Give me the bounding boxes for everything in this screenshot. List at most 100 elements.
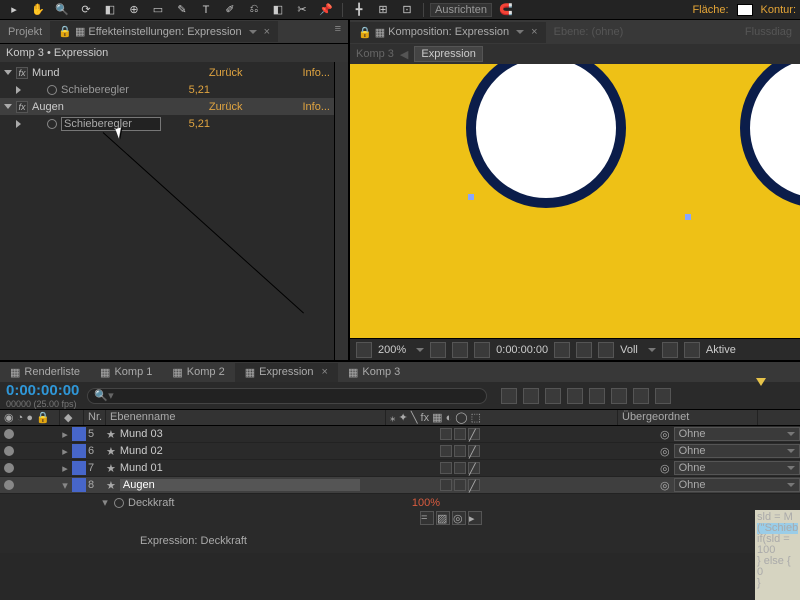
layer-row-selected[interactable]: ▾ 8 ★ Augen ╱ ◎Ohne [0, 477, 800, 494]
layer-row[interactable]: ▸ 6 ★ Mund 02 ╱ ◎Ohne [0, 443, 800, 460]
visibility-icon[interactable] [4, 463, 14, 473]
panel-menu-icon[interactable]: ≡ [335, 23, 340, 35]
label-column-header[interactable]: ◆ [60, 410, 84, 425]
name-column-header[interactable]: Ebenenname [106, 410, 386, 425]
pickwhip-icon[interactable]: ◎ [660, 428, 670, 441]
tab-flowchart[interactable]: Flussdiag [737, 22, 800, 42]
expression-enable-icon[interactable]: = [420, 511, 434, 525]
eye-shape-left[interactable] [466, 64, 626, 208]
switch-icon[interactable] [440, 479, 452, 491]
puppet-tool-icon[interactable]: 📌 [316, 2, 336, 18]
stopwatch-icon[interactable] [47, 85, 57, 95]
snap-checkbox[interactable]: Ausrichten [430, 3, 492, 17]
comp-mini-flow-icon[interactable] [501, 388, 517, 404]
scrollbar[interactable] [334, 62, 348, 360]
zoom-level[interactable]: 200% [378, 344, 406, 356]
tab-project[interactable]: Projekt [0, 22, 50, 42]
guides-icon[interactable] [452, 342, 468, 358]
pickwhip-icon[interactable]: ◎ [660, 462, 670, 475]
camera-tool-icon[interactable]: ◧ [100, 2, 120, 18]
effect-name[interactable]: Mund [32, 67, 209, 79]
text-tool-icon[interactable]: T [196, 2, 216, 18]
fill-swatch[interactable] [737, 4, 753, 16]
effect-row-augen[interactable]: fx Augen Zurück Info... [0, 98, 334, 115]
twirl-icon[interactable] [4, 70, 12, 75]
chevron-down-icon[interactable] [516, 30, 524, 34]
magnify-icon[interactable] [356, 342, 372, 358]
stamp-tool-icon[interactable]: ⎌ [244, 2, 264, 18]
layer-name[interactable]: Mund 01 [120, 462, 190, 474]
switch-icon[interactable]: ╱ [468, 445, 480, 457]
switch-icon[interactable] [454, 479, 466, 491]
tab-komp3[interactable]: ▦Komp 3 [338, 363, 410, 382]
local-axis-icon[interactable]: ╋ [349, 2, 369, 18]
playhead-icon[interactable] [756, 378, 766, 386]
layer-name[interactable]: Mund 02 [120, 445, 190, 457]
graph-editor-icon[interactable] [655, 388, 671, 404]
shape-tool-icon[interactable]: ▭ [148, 2, 168, 18]
switch-icon[interactable]: ╱ [468, 462, 480, 474]
tab-expression[interactable]: ▦Expression× [235, 363, 338, 382]
channel-icon[interactable] [576, 342, 592, 358]
parent-dropdown[interactable]: Ohne [674, 444, 800, 458]
switch-icon[interactable]: ╱ [468, 479, 480, 491]
effect-info-link[interactable]: Info... [302, 101, 330, 113]
opacity-label[interactable]: Deckkraft [128, 497, 174, 509]
tab-komp1[interactable]: ▦Komp 1 [90, 363, 162, 382]
parent-column-header[interactable]: Übergeordnet [618, 410, 758, 425]
selection-handle[interactable] [468, 194, 474, 200]
parent-dropdown[interactable]: Ohne [674, 461, 800, 475]
twirl-icon[interactable]: ▸ [60, 445, 70, 458]
tab-effect-controls[interactable]: 🔒 ▦ Effekteinstellungen: Expression × [50, 21, 278, 42]
fx-badge-icon[interactable]: fx [16, 67, 28, 79]
effect-row-mund[interactable]: fx Mund Zurück Info... [0, 64, 334, 81]
pen-tool-icon[interactable]: ✎ [172, 2, 192, 18]
tab-composition[interactable]: 🔒 ▦ Komposition: Expression × [350, 22, 546, 43]
composition-viewer[interactable] [350, 64, 800, 338]
current-timecode[interactable]: 0:00:00:00 [6, 382, 79, 399]
effect-reset-link[interactable]: Zurück [209, 101, 243, 113]
chevron-down-icon[interactable] [648, 348, 656, 352]
close-icon[interactable]: × [322, 366, 328, 378]
region-icon[interactable] [662, 342, 678, 358]
motion-blur-icon[interactable] [589, 388, 605, 404]
chevron-down-icon[interactable] [249, 30, 257, 34]
param-value[interactable]: 5,21 [189, 84, 210, 96]
zoom-tool-icon[interactable]: 🔍 [52, 2, 72, 18]
hide-shy-icon[interactable] [545, 388, 561, 404]
eraser-tool-icon[interactable]: ◧ [268, 2, 288, 18]
twirl-icon[interactable]: ▸ [60, 462, 70, 475]
visibility-icon[interactable] [4, 429, 14, 439]
switch-icon[interactable]: ╱ [468, 428, 480, 440]
switch-icon[interactable] [440, 445, 452, 457]
opacity-property-row[interactable]: ▾ Deckkraft 100% [0, 494, 800, 511]
selection-tool-icon[interactable]: ▸ [4, 2, 24, 18]
draft3d-icon[interactable] [523, 388, 539, 404]
close-icon[interactable]: × [264, 26, 270, 38]
snapshot-icon[interactable] [554, 342, 570, 358]
switch-icon[interactable] [454, 428, 466, 440]
layer-label-color[interactable] [72, 478, 86, 492]
opacity-value[interactable]: 100% [412, 497, 440, 509]
twirl-icon[interactable] [4, 104, 12, 109]
crumb-current[interactable]: Expression [414, 46, 482, 62]
world-axis-icon[interactable]: ⊞ [373, 2, 393, 18]
tab-layer[interactable]: Ebene: (ohne) [546, 22, 632, 42]
twirl-icon[interactable] [16, 120, 21, 128]
current-time[interactable]: 0:00:00:00 [496, 344, 548, 356]
pickwhip-icon[interactable]: ◎ [660, 445, 670, 458]
close-icon[interactable]: × [531, 26, 537, 38]
switch-icon[interactable] [454, 462, 466, 474]
color-mgmt-icon[interactable] [598, 342, 614, 358]
roto-tool-icon[interactable]: ✂ [292, 2, 312, 18]
layer-search-input[interactable]: 🔍▾ [87, 388, 487, 404]
layer-label-color[interactable] [72, 427, 86, 441]
snap-magnet-icon[interactable]: 🧲 [496, 2, 516, 18]
twirl-icon[interactable] [16, 86, 21, 94]
effect-param-row[interactable]: Schieberegler 5,21 [0, 115, 334, 132]
layer-label-color[interactable] [72, 444, 86, 458]
expression-graph-icon[interactable]: ▨ [436, 511, 450, 525]
stopwatch-icon[interactable] [47, 119, 57, 129]
parent-dropdown[interactable]: Ohne [674, 478, 800, 492]
parent-dropdown[interactable]: Ohne [674, 427, 800, 441]
